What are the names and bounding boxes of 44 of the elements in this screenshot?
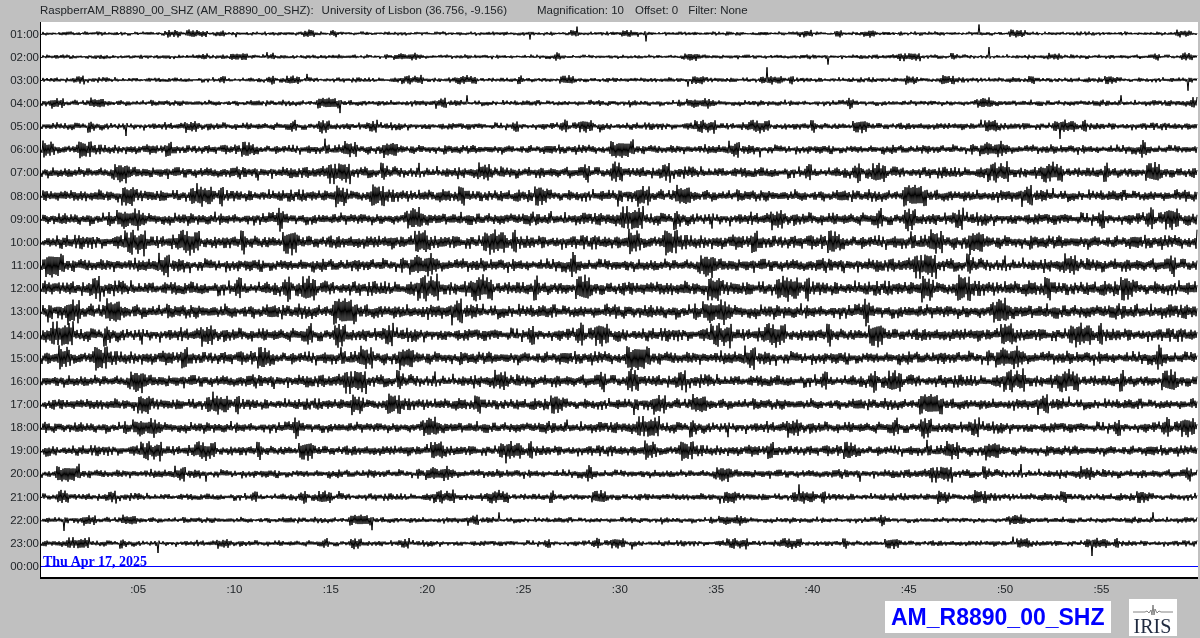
- minute-tick-label: :15: [321, 582, 340, 597]
- hour-label: 01:00: [9, 26, 40, 42]
- hour-label: 22:00: [9, 512, 40, 528]
- minute-tick-label: :50: [996, 582, 1015, 597]
- minute-tick-label: :40: [803, 582, 822, 597]
- hour-label: 08:00: [9, 188, 40, 204]
- station-name: RaspberrAM_R8890_00_SHZ (AM_R8890_00_SHZ):: [40, 3, 314, 19]
- hour-label: 15:00: [9, 350, 40, 366]
- minute-tick-label: :55: [1092, 582, 1111, 597]
- hour-label: 12:00: [9, 281, 40, 297]
- date-label: Thu Apr 17, 2025: [43, 554, 147, 570]
- minute-tick-label: :45: [899, 582, 918, 597]
- filter-value: Filter: None: [688, 3, 748, 19]
- hour-label: 09:00: [9, 211, 40, 227]
- minute-tick-label: :25: [514, 582, 533, 597]
- minute-tick-label: :20: [418, 582, 437, 597]
- hour-label: 18:00: [9, 420, 40, 436]
- hour-label: 20:00: [9, 466, 40, 482]
- hour-label: 05:00: [9, 119, 40, 135]
- hour-label: 13:00: [9, 304, 40, 320]
- minute-tick-label: :35: [707, 582, 726, 597]
- hour-label: 06:00: [9, 142, 40, 158]
- hour-label: 19:00: [9, 443, 40, 459]
- hour-label: 11:00: [10, 258, 40, 274]
- hour-label: 03:00: [9, 72, 40, 88]
- minute-tick-label: :30: [610, 582, 629, 597]
- offset-value: Offset: 0: [634, 3, 679, 19]
- hour-label: 14:00: [9, 327, 40, 343]
- magnification-value: Magnification: 10: [537, 3, 624, 19]
- logo-text: IRIS: [1133, 616, 1172, 636]
- hour-label: 04:00: [9, 95, 40, 111]
- hour-label: 21:00: [9, 489, 40, 505]
- wave-icon: [1132, 604, 1173, 616]
- minute-tick-label: :10: [225, 582, 244, 597]
- hour-label: 07:00: [9, 165, 40, 181]
- hour-label: 10:00: [9, 234, 40, 250]
- channel-label: AM_R8890_00_SHZ: [885, 601, 1111, 633]
- hour-label: 23:00: [9, 535, 40, 551]
- hour-label: 16:00: [9, 373, 40, 389]
- station-location: University of Lisbon (36.756, -9.156): [321, 3, 507, 19]
- hour-label: 00:00: [9, 559, 40, 575]
- minute-tick-label: :05: [129, 582, 148, 597]
- hour-label: 17:00: [9, 397, 40, 412]
- hour-label: 02:00: [9, 49, 40, 65]
